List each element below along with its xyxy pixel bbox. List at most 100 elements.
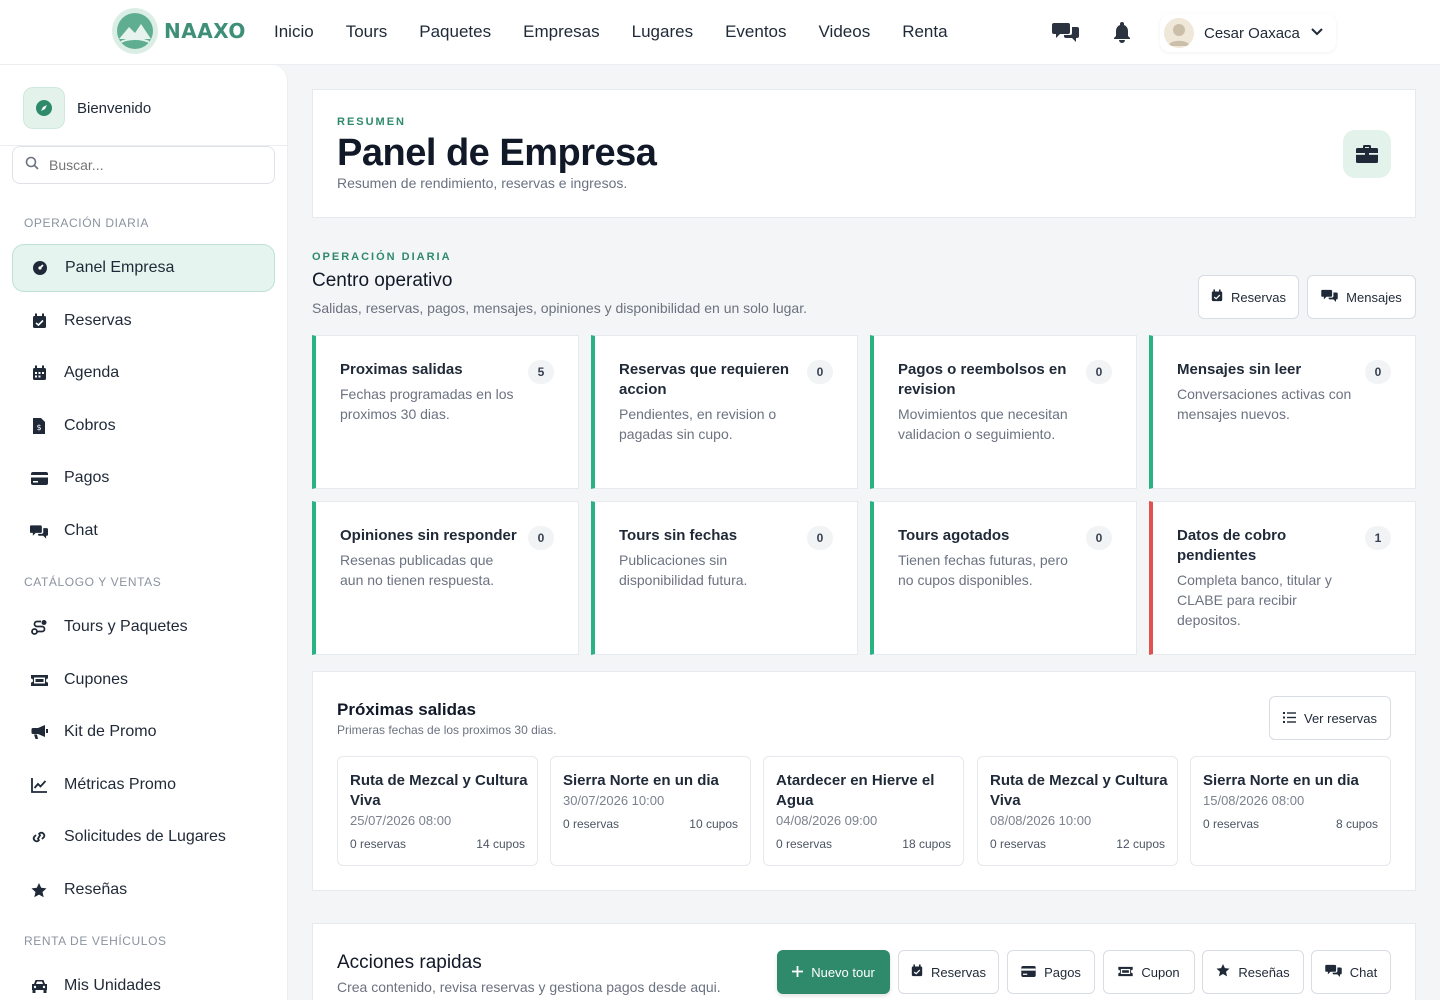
departure-card[interactable]: Ruta de Mezcal y Cultura Viva 25/07/2026… [337,756,538,866]
sidebar-item-agenda[interactable]: Agenda [12,349,275,397]
card-mensajes-sin-leer[interactable]: Mensajes sin leer Conversaciones activas… [1149,335,1416,489]
messages-icon[interactable] [1052,20,1080,44]
nav-tours[interactable]: Tours [346,22,388,42]
button-label: Pagos [1044,964,1081,980]
count-badge: 0 [1086,526,1112,550]
nav-paquetes[interactable]: Paquetes [419,22,491,42]
sidebar-item-pagos[interactable]: Pagos [12,454,275,502]
plus-icon [792,965,804,980]
card-title: Opiniones sin responder [340,527,517,544]
dashboard-icon [31,259,49,277]
departure-reservas: 0 reservas [1203,817,1260,831]
card-title: Tours sin fechas [619,527,738,544]
card-opiniones-sin-responder[interactable]: Opiniones sin responder Resenas publicad… [312,501,579,655]
button-label: Reservas [931,964,986,980]
nav-eventos[interactable]: Eventos [725,22,786,42]
reservas-button[interactable]: Reservas [1198,275,1299,319]
sidebar-item-cobros[interactable]: $ Cobros [12,402,275,450]
quick-reservas-button[interactable]: Reservas [898,950,999,994]
sidebar-item-label: Cupones [64,671,129,688]
main-nav: Inicio Tours Paquetes Empresas Lugares E… [274,22,948,42]
card-title: Tours agotados [898,527,1010,544]
card-title: Proximas salidas [340,361,463,378]
card-tours-agotados[interactable]: Tours agotados Tienen fechas futuras, pe… [870,501,1137,655]
calendar-check-icon [911,964,923,980]
quick-chat-button[interactable]: Chat [1311,950,1391,994]
departure-name: Ruta de Mezcal y Cultura Viva [350,772,528,809]
briefcase-icon [1343,130,1391,178]
nav-videos[interactable]: Videos [819,22,871,42]
ops-title: Centro operativo [312,270,453,291]
count-badge: 5 [528,360,554,384]
bell-icon[interactable] [1108,20,1136,44]
count-badge: 0 [1086,360,1112,384]
count-badge: 1 [1365,526,1391,550]
card-tours-sin-fechas[interactable]: Tours sin fechas Publicaciones sin dispo… [591,501,858,655]
button-label: Cupon [1141,964,1180,980]
departure-date: 30/07/2026 10:00 [563,793,665,808]
credit-card-icon [1021,965,1036,980]
sidebar-item-cupones[interactable]: Cupones [12,656,275,704]
ver-reservas-button[interactable]: Ver reservas [1269,696,1391,740]
count-badge: 0 [528,526,554,550]
search-input[interactable] [49,157,259,173]
sidebar-item-metricas-promo[interactable]: Métricas Promo [12,761,275,809]
card-desc: Fechas programadas en los proximos 30 di… [340,386,514,422]
credit-card-icon [30,469,48,487]
page-subtitle: Resumen de rendimiento, reservas e ingre… [337,175,628,191]
sidebar-item-panel-empresa[interactable]: Panel Empresa [12,244,275,292]
card-proximas-salidas[interactable]: Proximas salidas Fechas programadas en l… [312,335,579,489]
card-desc: Tienen fechas futuras, pero no cupos dis… [898,552,1068,588]
departure-card[interactable]: Ruta de Mezcal y Cultura Viva 08/08/2026… [977,756,1178,866]
mensajes-button[interactable]: Mensajes [1307,275,1416,319]
sidebar-item-solicitudes-lugares[interactable]: Solicitudes de Lugares [12,813,275,861]
departure-card[interactable]: Sierra Norte en un dia 30/07/2026 10:00 … [550,756,751,866]
invoice-icon: $ [30,417,48,435]
card-desc: Conversaciones activas con mensajes nuev… [1177,386,1352,422]
sidebar-item-reservas[interactable]: Reservas [12,297,275,345]
sidebar-item-label: Reservas [64,312,132,329]
departure-card[interactable]: Sierra Norte en un dia 15/08/2026 08:00 … [1190,756,1391,866]
sidebar-item-kit-promo[interactable]: Kit de Promo [12,708,275,756]
nav-renta[interactable]: Renta [902,22,947,42]
sidebar-item-chat[interactable]: Chat [12,507,275,555]
departure-date: 25/07/2026 08:00 [350,813,452,828]
departure-date: 08/08/2026 10:00 [990,813,1092,828]
departure-name: Sierra Norte en un dia [563,772,719,789]
brand-logo[interactable]: NAAXO [112,8,246,54]
chat-icon [1325,964,1342,980]
welcome-text: Bienvenido [77,99,152,117]
sidebar-item-label: Kit de Promo [64,723,157,740]
nav-lugares[interactable]: Lugares [632,22,693,42]
departure-date: 04/08/2026 09:00 [776,813,878,828]
quick-pagos-button[interactable]: Pagos [1007,950,1095,994]
compass-icon [23,87,65,129]
star-icon [1216,964,1230,980]
ops-eyebrow: OPERACIÓN DIARIA [312,251,452,263]
nav-inicio[interactable]: Inicio [274,22,314,42]
button-label: Reseñas [1238,964,1290,980]
card-pagos-reembolsos[interactable]: Pagos o reembolsos en revision Movimient… [870,335,1137,489]
line-chart-icon [30,776,48,794]
departure-card[interactable]: Atardecer en Hierve el Agua 04/08/2026 0… [763,756,964,866]
sidebar-item-label: Chat [64,522,98,539]
section-title-operacion: OPERACIÓN DIARIA [24,216,149,230]
count-badge: 0 [807,360,833,384]
quick-actions-panel: Acciones rapidas Crea contenido, revisa … [312,923,1416,1000]
quick-cupon-button[interactable]: Cupon [1103,950,1195,994]
quick-resenas-button[interactable]: Reseñas [1202,950,1304,994]
sidebar-item-label: Reseñas [64,881,128,898]
sidebar-item-tours-paquetes[interactable]: Tours y Paquetes [12,603,275,651]
nav-empresas[interactable]: Empresas [523,22,600,42]
calendar-icon [30,364,48,382]
svg-text:$: $ [36,423,41,432]
card-reservas-accion[interactable]: Reservas que requieren accion Pendientes… [591,335,858,489]
user-menu[interactable]: Cesar Oaxaca [1160,14,1336,52]
sidebar-item-resenas[interactable]: Reseñas [12,866,275,914]
button-label: Ver reservas [1304,710,1377,726]
sidebar-item-mis-unidades[interactable]: Mis Unidades [12,962,275,1000]
nuevo-tour-button[interactable]: Nuevo tour [777,950,890,994]
card-datos-cobro[interactable]: Datos de cobro pendientes Completa banco… [1149,501,1416,655]
card-desc: Resenas publicadas que aun no tienen res… [340,552,495,588]
page-title: Panel de Empresa [337,132,657,174]
